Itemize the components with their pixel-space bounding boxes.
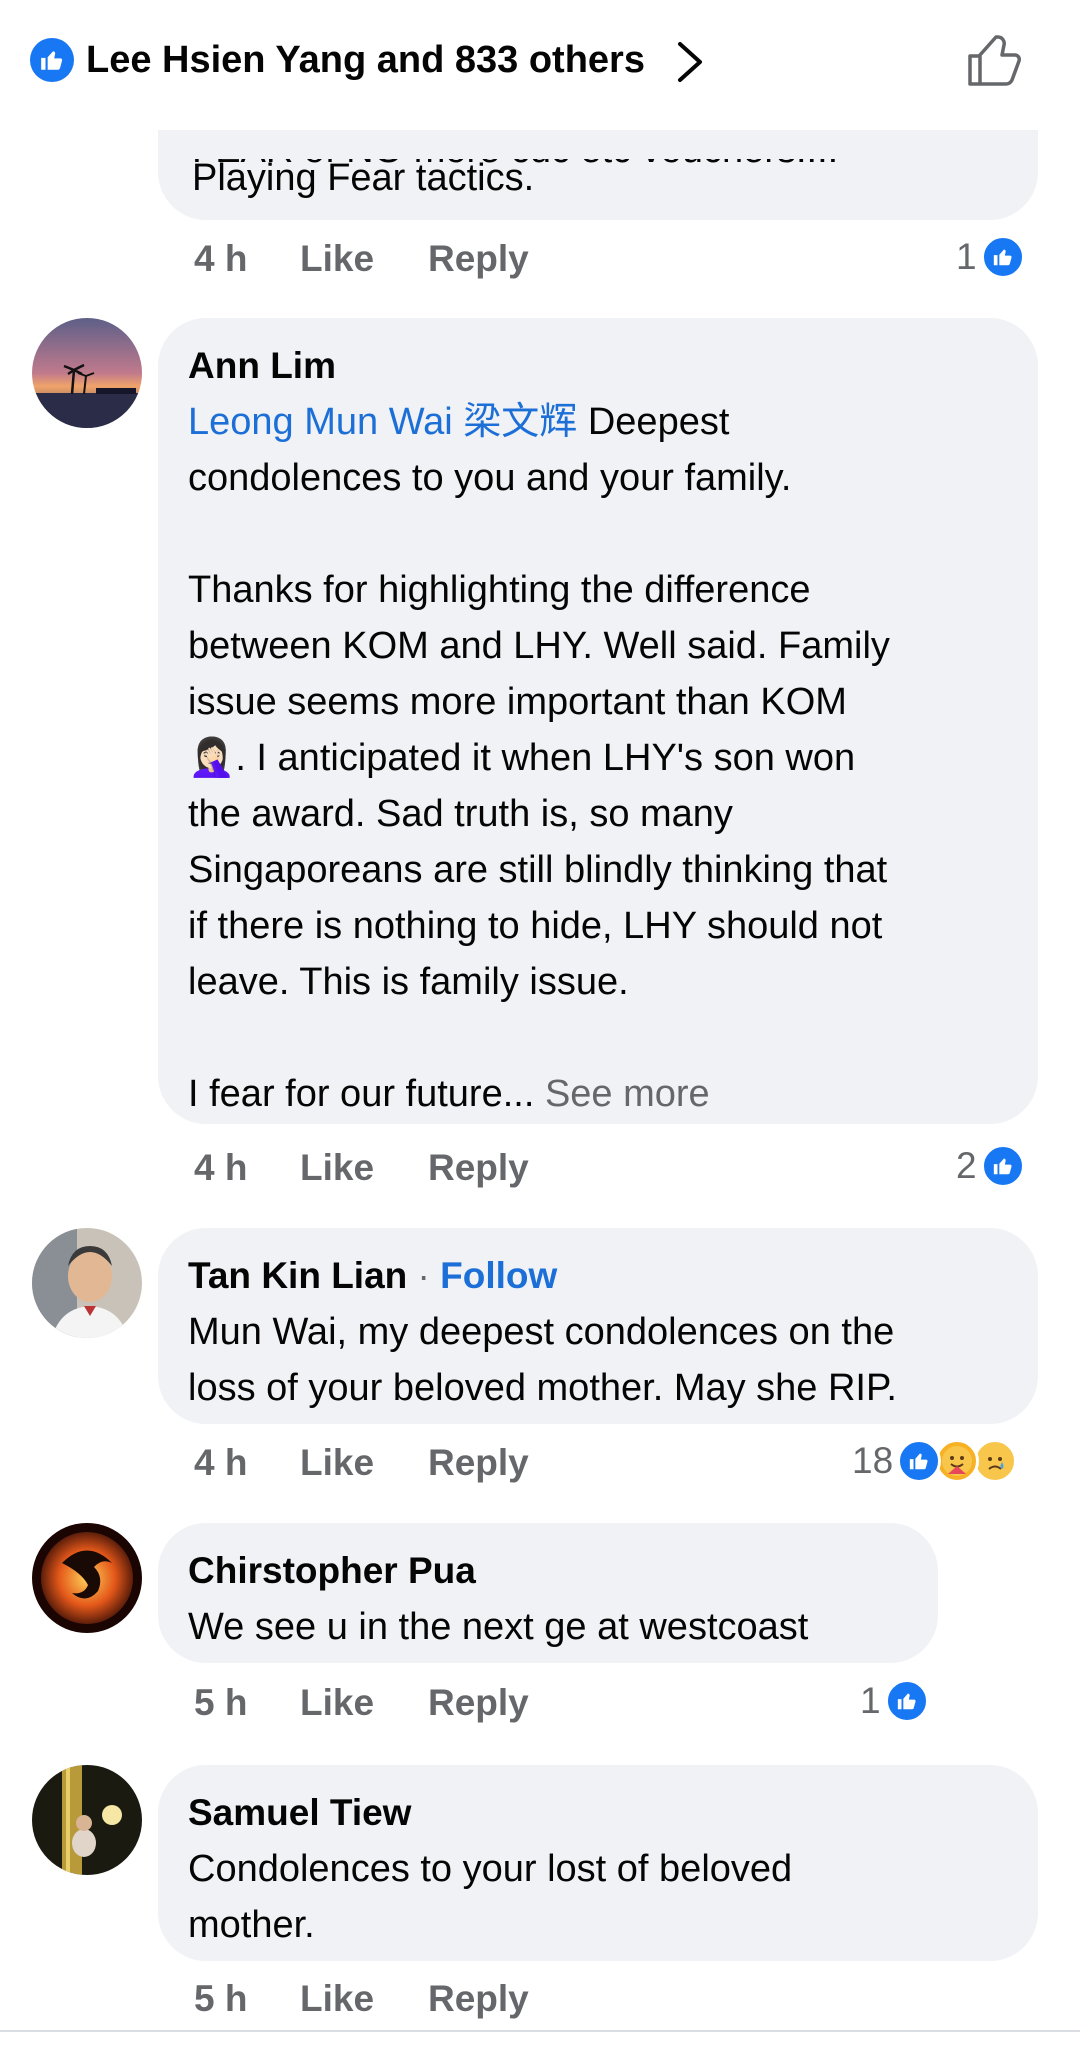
comment-time: 4 h [194, 1147, 248, 1188]
reaction-summary[interactable]: 1 [860, 1676, 929, 1726]
reply-button[interactable]: Reply [428, 1978, 529, 2020]
comment-time: 5 h [194, 1682, 248, 1723]
comment-time: 4 h [194, 238, 248, 279]
comment-paragraph: the award. Sad truth is, so many Singapo… [188, 793, 888, 1003]
care-reaction-icon [935, 1439, 980, 1483]
like-button[interactable]: Like [300, 1147, 428, 1189]
comment-paragraph: I fear for our future... See more [188, 1066, 1008, 1122]
comment-actions: 5 h Like Reply [194, 1974, 529, 2024]
comment-bubble: Chirstopher Pua We see u in the next ge … [158, 1523, 938, 1663]
reaction-count: 1 [956, 236, 977, 277]
reaction-count: 2 [956, 1145, 977, 1186]
like-button[interactable]: Like [300, 238, 428, 280]
avatar[interactable] [32, 1228, 142, 1338]
follow-button[interactable]: Follow [440, 1255, 557, 1296]
thumbs-up-outline-icon[interactable] [964, 30, 1024, 90]
reply-button[interactable]: Reply [428, 1147, 529, 1189]
comment-text: Condolences to your lost of beloved moth… [188, 1848, 793, 1946]
sad-reaction-icon [973, 1439, 1018, 1483]
like-reaction-icon [980, 235, 1025, 279]
comment-author-row: Tan Kin Lian · Follow [188, 1248, 1008, 1304]
comment-paragraph: condolences to you and your family. [188, 457, 792, 499]
comment-actions: 4 h Like Reply [194, 1143, 529, 1193]
comment-author[interactable]: Tan Kin Lian [188, 1255, 407, 1296]
comment-text: Leong Mun Wai 梁文辉 Deepest [188, 394, 1008, 450]
see-more-link[interactable]: See more [545, 1073, 710, 1115]
like-button[interactable]: Like [300, 1978, 428, 2020]
comment-actions: 4 h Like Reply [194, 234, 529, 284]
like-reaction-icon [980, 1144, 1025, 1188]
mention-link[interactable]: Leong Mun Wai 梁文辉 [188, 401, 577, 443]
separator-dot: · [407, 1255, 441, 1296]
reaction-count: 18 [852, 1440, 894, 1481]
comment-actions: 5 h Like Reply [194, 1678, 529, 1728]
bottom-divider [0, 2030, 1080, 2032]
comment-bubble: Samuel Tiew Condolences to your lost of … [158, 1765, 1038, 1961]
avatar[interactable] [32, 1765, 142, 1875]
comment-time: 5 h [194, 1978, 248, 2019]
comment-text-segment: Deepest [577, 401, 730, 443]
reaction-summary[interactable]: 18 [852, 1436, 1018, 1486]
comment-actions: 4 h Like Reply [194, 1438, 529, 1488]
like-button[interactable]: Like [300, 1442, 428, 1484]
comment-text: We see u in the next ge at westcoast [188, 1606, 809, 1648]
avatar[interactable] [32, 1523, 142, 1633]
like-button[interactable]: Like [300, 1682, 428, 1724]
like-badge-icon [30, 38, 74, 82]
avatar[interactable] [32, 318, 142, 428]
comment-paragraph: Thanks for highlighting the difference b… [188, 569, 890, 723]
reply-button[interactable]: Reply [428, 1682, 529, 1724]
comment-author[interactable]: Samuel Tiew [188, 1785, 1008, 1841]
comment-bubble: Tan Kin Lian · Follow Mun Wai, my deepes… [158, 1228, 1038, 1424]
reply-button[interactable]: Reply [428, 238, 529, 280]
reply-button[interactable]: Reply [428, 1442, 529, 1484]
comment-author[interactable]: Ann Lim [188, 338, 1008, 394]
comment-author[interactable]: Chirstopher Pua [188, 1543, 908, 1599]
comment-time: 4 h [194, 1442, 248, 1483]
comment-bubble: Ann Lim Leong Mun Wai 梁文辉 Deepest condol… [158, 318, 1038, 1124]
comment-paragraph-emoji: 🤦🏻‍♀️. I anticipated it when LHY's son w… [188, 737, 856, 779]
reaction-summary[interactable]: 1 [956, 232, 1025, 282]
chevron-right-icon[interactable] [672, 38, 708, 86]
comment-text: Playing Fear tactics. [192, 157, 535, 199]
comment-text: Mun Wai, my deepest condolences on the l… [188, 1311, 897, 1409]
comment-text-segment: I fear for our future... [188, 1073, 545, 1115]
like-reaction-icon [884, 1679, 929, 1723]
reaction-count: 1 [860, 1680, 881, 1721]
reactions-header[interactable]: Lee Hsien Yang and 833 others [0, 0, 1080, 128]
like-reaction-icon [897, 1439, 942, 1483]
reaction-summary[interactable]: 2 [956, 1141, 1025, 1191]
likers-text[interactable]: Lee Hsien Yang and 833 others [86, 38, 645, 82]
